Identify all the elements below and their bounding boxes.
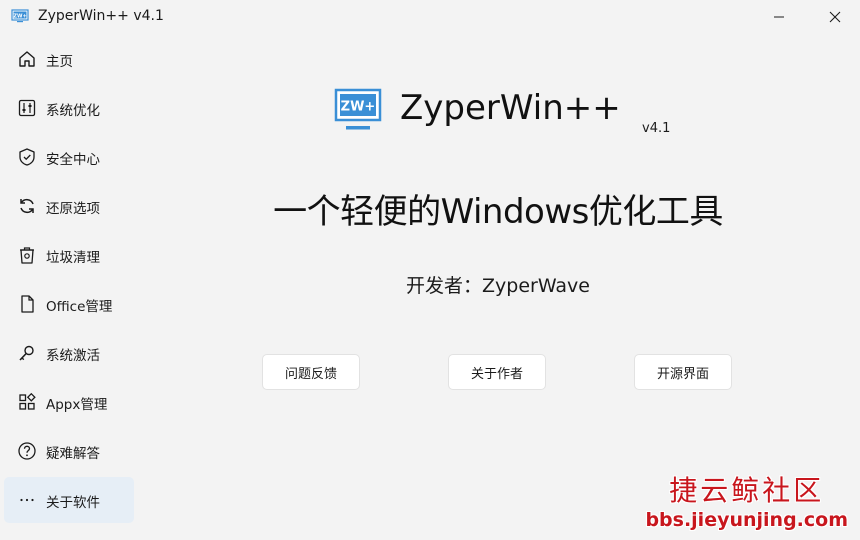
about-author-button[interactable]: 关于作者 xyxy=(448,354,546,390)
svg-text:ZW+: ZW+ xyxy=(13,13,26,19)
title-bar: ZW+ ZyperWin++ v4.1 xyxy=(0,0,860,34)
sidebar-item-label: 关于软件 xyxy=(46,495,100,511)
logo-text: ZW+ xyxy=(341,100,376,115)
watermark-title: 捷云鲸社区 xyxy=(669,474,825,507)
tagline: 一个轻便的Windows优化工具 xyxy=(273,192,723,232)
open-source-button[interactable]: 开源界面 xyxy=(634,354,732,390)
sidebar-item-security-center[interactable]: 安全中心 xyxy=(4,134,134,180)
developer-credit: 开发者：ZyperWave xyxy=(406,275,590,297)
apps-icon xyxy=(16,391,38,413)
refresh-icon xyxy=(16,195,38,217)
trash-icon xyxy=(16,244,38,266)
sidebar-item-label: 系统优化 xyxy=(46,103,100,119)
window-title: ZyperWin++ v4.1 xyxy=(38,8,164,24)
key-icon xyxy=(16,342,38,364)
minimize-button[interactable] xyxy=(756,0,802,34)
watermark-url: bbs.jieyunjing.com xyxy=(645,509,848,531)
zw-monitor-icon: ZW+ xyxy=(11,9,29,23)
app-name: ZyperWin++ xyxy=(400,88,621,128)
home-icon xyxy=(16,48,38,70)
sidebar-item-system-activation[interactable]: 系统激活 xyxy=(4,330,134,376)
document-icon xyxy=(16,293,38,315)
question-icon xyxy=(16,440,38,462)
sidebar-item-system-optimize[interactable]: 系统优化 xyxy=(4,85,134,131)
sidebar-item-home[interactable]: 主页 xyxy=(4,36,134,82)
feedback-button[interactable]: 问题反馈 xyxy=(262,354,360,390)
sidebar-item-restore-options[interactable]: 还原选项 xyxy=(4,183,134,229)
sidebar-item-label: Appx管理 xyxy=(46,397,108,413)
more-icon xyxy=(16,489,38,511)
app-version: v4.1 xyxy=(642,121,671,136)
minimize-icon xyxy=(774,16,784,18)
sidebar-item-junk-cleanup[interactable]: 垃圾清理 xyxy=(4,232,134,278)
sidebar-item-appx-manage[interactable]: Appx管理 xyxy=(4,379,134,425)
sidebar-item-label: 主页 xyxy=(46,54,73,70)
about-page: ZW+ ZyperWin++ v4.1 一个轻便的Windows优化工具 开发者… xyxy=(136,34,860,540)
zw-monitor-logo-icon: ZW+ xyxy=(334,88,382,130)
close-button[interactable] xyxy=(812,0,858,34)
sidebar-item-label: 系统激活 xyxy=(46,348,100,364)
sidebar-item-label: Office管理 xyxy=(46,299,113,315)
sidebar-item-label: 安全中心 xyxy=(46,152,100,168)
shield-check-icon xyxy=(16,146,38,168)
site-watermark: 捷云鲸社区 bbs.jieyunjing.com xyxy=(645,474,848,532)
sidebar-item-label: 还原选项 xyxy=(46,201,100,217)
sidebar-item-about-software[interactable]: 关于软件 xyxy=(4,477,134,523)
sidebar-item-label: 疑难解答 xyxy=(46,446,100,462)
close-icon xyxy=(829,11,841,23)
sidebar-item-office-manage[interactable]: Office管理 xyxy=(4,281,134,327)
sidebar-item-label: 垃圾清理 xyxy=(46,250,100,266)
sliders-icon xyxy=(16,97,38,119)
sidebar-item-troubleshoot[interactable]: 疑难解答 xyxy=(4,428,134,474)
